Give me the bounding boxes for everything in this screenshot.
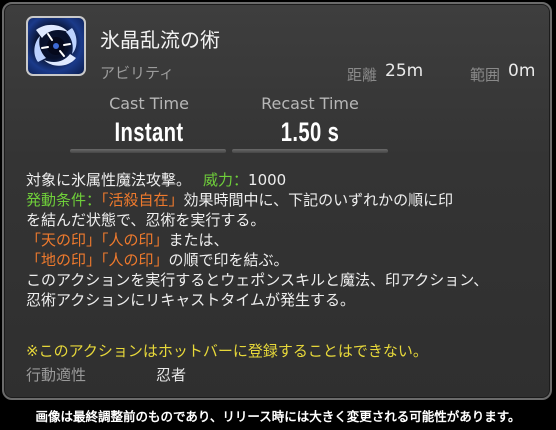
seal-earth: 「地の印」 xyxy=(26,251,102,269)
job-label: 行動適性 xyxy=(26,366,87,384)
ice-swirl-ninjutsu-icon xyxy=(26,16,86,76)
potency-label: 威力： xyxy=(203,171,249,189)
description-line-5: 「地の印」「人の印」の順で印を結ぶ。 xyxy=(26,250,536,270)
cast-time-bar xyxy=(70,149,226,153)
description-line-2: 発動条件：「活殺自在」効果時間中に、下記のいずれかの順に印 xyxy=(26,190,536,210)
range-value: 25m xyxy=(385,61,424,81)
order-text: の順で印を結ぶ。 xyxy=(168,251,289,269)
radius-label: 範囲 xyxy=(470,66,501,84)
condition-status: 「活殺自在」 xyxy=(101,191,184,209)
seal-man-a: 「人の印」 xyxy=(101,231,169,249)
description-line-4: 「天の印」「人の印」または、 xyxy=(26,230,536,250)
skill-description: 対象に氷属性魔法攻撃。 威力：1000 発動条件：「活殺自在」効果時間中に、下記の… xyxy=(26,170,536,310)
description-line-6: このアクションを実行するとウェポンスキルと魔法、印アクション、 xyxy=(26,271,489,289)
damage-text: 対象に氷属性魔法攻撃。 xyxy=(26,171,192,189)
recast-time-label: Recast Time xyxy=(261,94,359,113)
description-line-1: 対象に氷属性魔法攻撃。 威力：1000 xyxy=(26,170,536,190)
job-value: 忍者 xyxy=(156,366,187,384)
skill-type: アビリティ xyxy=(100,64,175,82)
seal-man-b: 「人の印」 xyxy=(101,251,169,269)
skill-name: 氷晶乱流の術 xyxy=(100,28,220,52)
hotbar-warning: ※このアクションはホットバーに登録することはできない。 xyxy=(26,342,428,360)
recast-time-value: 1.50 s xyxy=(280,117,340,147)
recast-time-bar xyxy=(232,149,388,153)
description-line-3: を結んだ状態で、忍術を実行する。 xyxy=(26,211,266,229)
or-text: または、 xyxy=(168,231,229,249)
seal-heaven: 「天の印」 xyxy=(26,231,102,249)
cast-time-block: Cast Time Instant xyxy=(64,94,234,148)
range-label: 距離 xyxy=(347,66,378,84)
description-line-7: 忍術アクションにリキャストタイムが発生する。 xyxy=(26,291,355,309)
condition-label: 発動条件： xyxy=(26,191,102,209)
radius-value: 0m xyxy=(508,61,536,81)
cast-time-value: Instant xyxy=(114,117,184,147)
cast-time-label: Cast Time xyxy=(109,94,189,113)
development-disclaimer: 画像は最終調整前のものであり、リリース時には大きく変更される可能性があります。 xyxy=(0,401,556,430)
condition-text: 効果時間中に、下記のいずれかの順に印 xyxy=(183,191,454,209)
recast-time-block: Recast Time 1.50 s xyxy=(225,94,395,148)
potency-value: 1000 xyxy=(248,171,287,189)
action-tooltip: 氷晶乱流の術 アビリティ 距離 25m 範囲 0m Cast Time Inst… xyxy=(2,2,552,400)
